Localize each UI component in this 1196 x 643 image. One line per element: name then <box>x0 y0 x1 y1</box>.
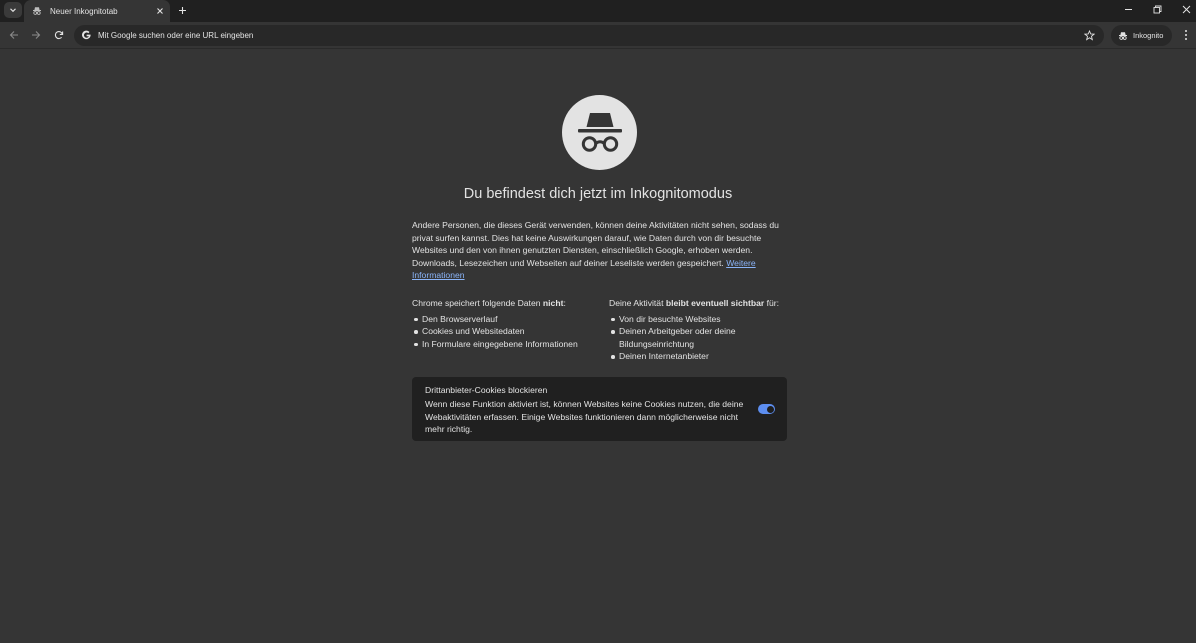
cookie-card-description: Wenn diese Funktion aktiviert ist, könne… <box>425 399 744 434</box>
incognito-icon <box>32 6 42 16</box>
google-icon <box>80 30 92 42</box>
list-item: Den Browserverlauf <box>414 313 602 326</box>
forward-button[interactable] <box>29 28 43 42</box>
tab-search-button[interactable] <box>4 2 22 18</box>
block-cookies-toggle[interactable] <box>758 404 775 414</box>
minimize-icon <box>1124 8 1132 10</box>
menu-button[interactable] <box>1179 28 1193 42</box>
reload-button[interactable] <box>52 28 66 42</box>
list-item: Von dir besuchte Websites <box>611 313 787 326</box>
page-title: Du befindest dich jetzt im Inkognitomodu… <box>463 186 733 202</box>
profile-label: Inkognito <box>1133 31 1164 40</box>
more-vert-icon <box>1185 30 1187 40</box>
close-window-button[interactable] <box>1178 2 1194 16</box>
restore-button[interactable] <box>1149 2 1165 16</box>
incognito-icon <box>1119 31 1127 40</box>
intro-text: Andere Personen, die dieses Gerät verwen… <box>412 220 779 268</box>
intro-paragraph: Andere Personen, die dieses Gerät verwen… <box>412 219 787 282</box>
chevron-down-icon <box>10 8 16 13</box>
visible-heading: Deine Aktivität bleibt eventuell sichtba… <box>609 298 780 308</box>
close-icon <box>1182 5 1190 13</box>
bookmark-star-button[interactable] <box>1083 29 1096 42</box>
tab-strip: Neuer Inkognitotab <box>0 0 1196 22</box>
not-saved-list: Den Browserverlauf Cookies und Websiteda… <box>412 313 602 351</box>
reload-icon <box>54 31 64 40</box>
incognito-hero-icon <box>562 95 637 170</box>
toggle-knob <box>766 405 774 413</box>
plus-icon <box>179 7 186 14</box>
list-item: Cookies und Websitedaten <box>414 325 602 338</box>
tab-title: Neuer Inkognitotab <box>50 6 118 16</box>
third-party-cookies-card: Drittanbieter-Cookies blockieren Wenn di… <box>412 377 787 441</box>
not-saved-heading: Chrome speichert folgende Daten nicht: <box>412 298 566 308</box>
omnibox-input[interactable] <box>98 31 998 40</box>
tab-new-incognito[interactable]: Neuer Inkognitotab <box>24 0 170 22</box>
omnibox[interactable] <box>74 25 1104 46</box>
restore-icon <box>1153 5 1161 13</box>
visible-section: Deine Aktivität bleibt eventuell sichtba… <box>609 297 787 363</box>
list-item: Deinen Arbeitgeber oder deine Bildungsei… <box>611 325 787 350</box>
list-item: Deinen Internetanbieter <box>611 350 787 363</box>
new-tab-button[interactable] <box>175 3 190 18</box>
tab-close-button[interactable] <box>153 4 166 17</box>
star-icon <box>1084 30 1095 41</box>
incognito-profile-button[interactable]: Inkognito <box>1111 25 1172 46</box>
arrow-right-icon <box>32 31 41 39</box>
not-saved-section: Chrome speichert folgende Daten nicht: D… <box>412 297 602 350</box>
list-item: In Formulare eingegebene Informationen <box>414 338 602 351</box>
toolbar: Inkognito <box>0 22 1196 49</box>
visible-list: Von dir besuchte Websites Deinen Arbeitg… <box>609 313 787 363</box>
close-icon <box>156 7 163 14</box>
cookie-card-title: Drittanbieter-Cookies blockieren <box>425 385 548 395</box>
back-button[interactable] <box>7 28 21 42</box>
arrow-left-icon <box>9 31 18 39</box>
minimize-button[interactable] <box>1120 2 1136 16</box>
incognito-icon <box>577 112 622 152</box>
